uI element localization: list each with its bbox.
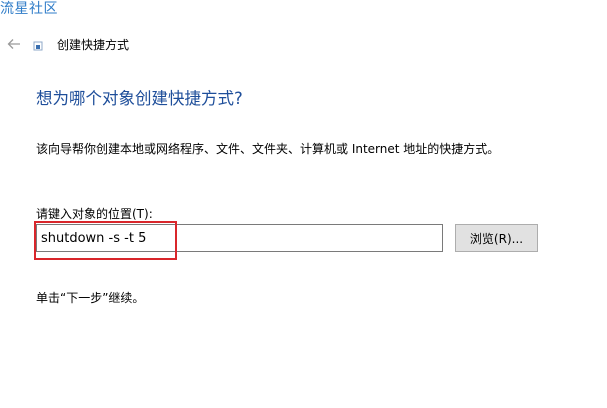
wizard-description: 该向导帮你创建本地或网络程序、文件、文件夹、计算机或 Internet 地址的快…: [36, 142, 500, 156]
browse-button[interactable]: 浏览(R)...: [455, 224, 538, 252]
arrow-left-icon: [7, 39, 20, 49]
watermark-text: 流星社区: [0, 1, 58, 17]
window-title: 创建快捷方式: [57, 38, 130, 52]
shortcut-icon: [33, 41, 43, 51]
next-hint: 单击“下一步”继续。: [36, 291, 145, 305]
wizard-heading: 想为哪个对象创建快捷方式?: [36, 89, 243, 108]
location-input[interactable]: [36, 224, 443, 252]
location-label: 请键入对象的位置(T):: [36, 207, 153, 221]
back-button[interactable]: [4, 34, 24, 54]
